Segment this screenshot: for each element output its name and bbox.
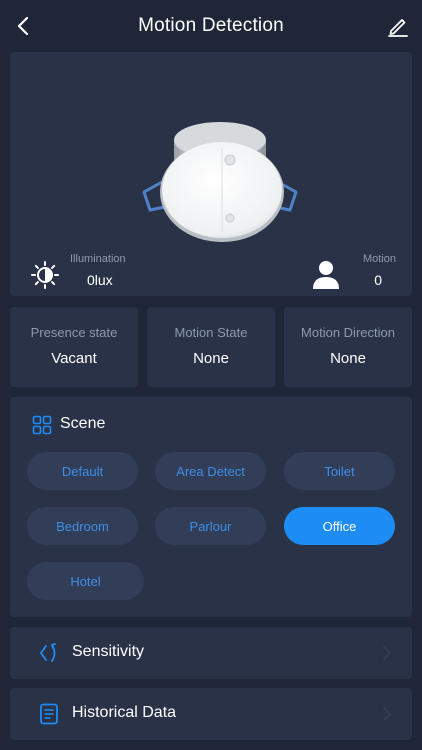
motion-value: 0 [374,272,382,288]
device-card: Illumination 0lux Motion 0 [10,52,412,296]
app-header: Motion Detection [0,0,422,52]
motion-sensor-image [142,122,298,242]
pencil-icon [388,19,408,37]
chevron-left-icon [17,16,29,36]
sensitivity-row[interactable]: Sensitivity [10,627,412,679]
scene-chip-default[interactable]: Default [27,452,138,490]
scene-chip-bedroom[interactable]: Bedroom [27,507,138,545]
page-title: Motion Detection [138,15,284,36]
chevron-right-icon [383,646,392,660]
motion-state-card: Motion State None [147,307,275,387]
person-icon [313,261,339,289]
presence-state-value: Vacant [51,350,97,367]
scene-chip-hotel[interactable]: Hotel [27,562,144,600]
motion-state-label: Motion State [174,325,248,340]
motion-direction-label: Motion Direction [301,325,395,340]
presence-state-card: Presence state Vacant [10,307,138,387]
motion-direction-card: Motion Direction None [284,307,412,387]
scene-chip-office[interactable]: Office [284,507,395,545]
scene-chip-parlour[interactable]: Parlour [155,507,266,545]
illumination-value: 0lux [87,272,113,288]
motion-direction-value: None [330,350,366,367]
back-button[interactable] [12,14,36,38]
scene-card: Scene Default Area Detect Toilet Bedroom… [10,397,412,617]
scene-chip-area-detect[interactable]: Area Detect [155,452,266,490]
presence-state-label: Presence state [30,325,118,340]
edit-button[interactable] [386,14,410,38]
motion-state-value: None [193,350,229,367]
document-icon [40,703,58,725]
historical-data-label: Historical Data [72,704,177,721]
historical-data-row[interactable]: Historical Data [10,688,412,740]
illumination-label: Illumination [70,253,126,265]
illumination-icon [31,261,59,289]
sensitivity-label: Sensitivity [72,643,145,660]
motion-label: Motion [362,253,396,265]
sensitivity-icon [40,643,56,662]
grid-icon [32,415,52,435]
chevron-right-icon [383,707,392,721]
scene-title: Scene [60,415,106,432]
scene-chip-toilet[interactable]: Toilet [284,452,395,490]
